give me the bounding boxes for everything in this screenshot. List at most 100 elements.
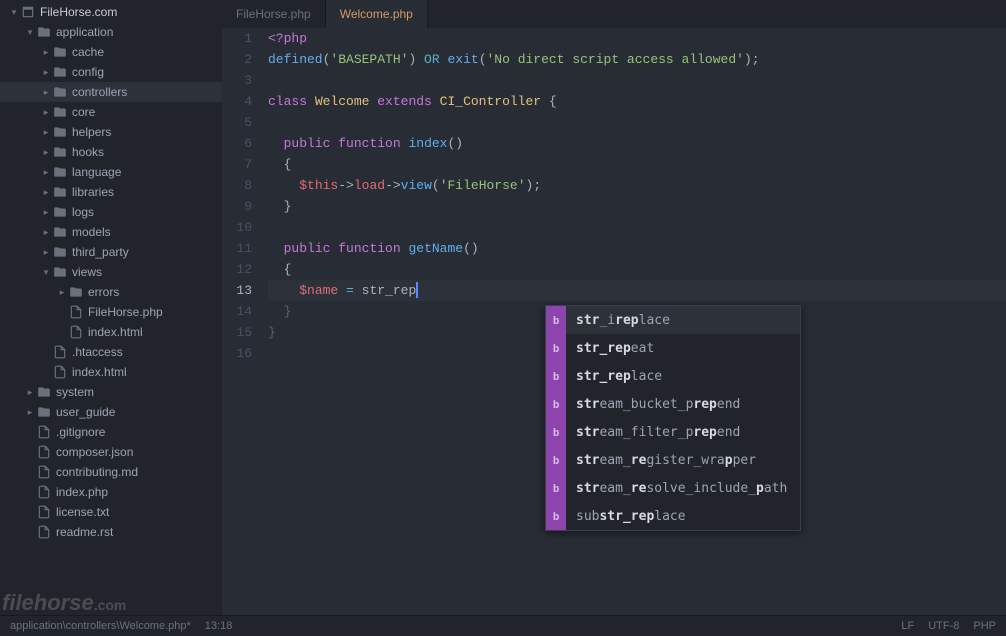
line-number: 16 <box>222 343 252 364</box>
tree-file[interactable]: ▸index.php <box>0 482 222 502</box>
chevron-right-icon[interactable]: ▸ <box>40 127 52 138</box>
line-number: 7 <box>222 154 252 175</box>
autocomplete-item[interactable]: bstream_filter_prepend <box>546 418 800 446</box>
autocomplete-item[interactable]: bstr_ireplace <box>546 306 800 334</box>
tree-folder[interactable]: ▸ models <box>0 222 222 242</box>
file-icon <box>36 425 52 439</box>
tree-folder[interactable]: ▸errors <box>0 282 222 302</box>
code-line[interactable]: $name = str_rep <box>268 280 1006 301</box>
completion-label: str_replace <box>576 369 792 384</box>
autocomplete-item[interactable]: bsubstr_replace <box>546 502 800 530</box>
code-line[interactable]: { <box>268 259 1006 280</box>
status-language[interactable]: PHP <box>973 620 996 632</box>
tree-file[interactable]: ▸index.html <box>0 362 222 382</box>
code-line[interactable]: $this->load->view('FileHorse'); <box>268 175 1006 196</box>
status-eol[interactable]: LF <box>901 620 914 632</box>
tree-folder[interactable]: ▸third_party <box>0 242 222 262</box>
tree-label: models <box>72 225 111 239</box>
line-number: 3 <box>222 70 252 91</box>
code-line[interactable] <box>268 112 1006 133</box>
chevron-right-icon[interactable]: ▸ <box>40 87 52 98</box>
tree-folder[interactable]: ▸ cache <box>0 42 222 62</box>
tree-folder[interactable]: ▸hooks <box>0 142 222 162</box>
tree-folder[interactable]: ▾ views <box>0 262 222 282</box>
chevron-right-icon[interactable]: ▸ <box>40 107 52 118</box>
line-number: 9 <box>222 196 252 217</box>
folder-icon <box>52 165 68 179</box>
tree-label: index.html <box>88 325 143 339</box>
autocomplete-item[interactable]: b stream_resolve_include_path <box>546 474 800 502</box>
status-encoding[interactable]: UTF-8 <box>928 620 959 632</box>
chevron-right-icon[interactable]: ▸ <box>24 387 36 398</box>
autocomplete-popup[interactable]: bstr_ireplacebstr_repeatbstr_replacebstr… <box>545 305 801 531</box>
chevron-right-icon[interactable]: ▸ <box>24 407 36 418</box>
tree-file[interactable]: ▸.htaccess <box>0 342 222 362</box>
autocomplete-item[interactable]: bstr_replace <box>546 362 800 390</box>
folder-icon <box>36 405 52 419</box>
completion-kind-icon: b <box>546 446 566 474</box>
completion-kind-icon: b <box>546 474 566 502</box>
tree-label: cache <box>72 45 104 59</box>
code-line[interactable]: public function getName() <box>268 238 1006 259</box>
tree-folder[interactable]: ▸controllers <box>0 82 222 102</box>
file-icon <box>36 465 52 479</box>
chevron-right-icon[interactable]: ▸ <box>40 227 52 238</box>
tree-file[interactable]: ▸contributing.md <box>0 462 222 482</box>
tab[interactable]: Welcome.php <box>326 0 428 28</box>
chevron-right-icon[interactable]: ▸ <box>40 187 52 198</box>
code-line[interactable]: { <box>268 154 1006 175</box>
tree-folder[interactable]: ▸system <box>0 382 222 402</box>
code-line[interactable]: <?php <box>268 28 1006 49</box>
autocomplete-item[interactable]: bstr_repeat <box>546 334 800 362</box>
tree-label: helpers <box>72 125 111 139</box>
tree-file[interactable]: ▸license.txt <box>0 502 222 522</box>
file-icon <box>36 485 52 499</box>
autocomplete-item[interactable]: bstream_register_wrapper <box>546 446 800 474</box>
folder-icon <box>36 25 52 39</box>
tree-folder[interactable]: ▸user_guide <box>0 402 222 422</box>
file-icon <box>52 345 68 359</box>
tab[interactable]: FileHorse.php <box>222 0 326 28</box>
tree-folder[interactable]: ▸core <box>0 102 222 122</box>
tree-label: FileHorse.com <box>40 5 117 19</box>
tree-folder[interactable]: ▾ FileHorse.com <box>0 2 222 22</box>
chevron-right-icon[interactable]: ▸ <box>40 67 52 78</box>
code-line[interactable] <box>268 217 1006 238</box>
tree-folder[interactable]: ▸ helpers <box>0 122 222 142</box>
tree-file[interactable]: ▸.gitignore <box>0 422 222 442</box>
tree-folder[interactable]: ▾application <box>0 22 222 42</box>
chevron-down-icon[interactable]: ▾ <box>40 267 52 278</box>
tree-folder[interactable]: ▸config <box>0 62 222 82</box>
code-line[interactable]: defined('BASEPATH') OR exit('No direct s… <box>268 49 1006 70</box>
completion-kind-icon: b <box>546 306 566 334</box>
file-tree[interactable]: ▾FileHorse.com▾application▸cache▸config▸… <box>0 0 222 615</box>
chevron-right-icon[interactable]: ▸ <box>40 167 52 178</box>
tree-folder[interactable]: ▸libraries <box>0 182 222 202</box>
tree-label: .gitignore <box>56 425 105 439</box>
file-icon <box>68 325 84 339</box>
completion-label: substr_replace <box>576 509 792 524</box>
chevron-right-icon[interactable]: ▸ <box>40 207 52 218</box>
chevron-right-icon[interactable]: ▸ <box>40 47 52 58</box>
chevron-right-icon[interactable]: ▸ <box>40 247 52 258</box>
tree-folder[interactable]: ▸logs <box>0 202 222 222</box>
tree-file[interactable]: ▸composer.json <box>0 442 222 462</box>
code-line[interactable]: class Welcome extends CI_Controller { <box>268 91 1006 112</box>
tree-file[interactable]: ▸readme.rst <box>0 522 222 542</box>
chevron-right-icon[interactable]: ▸ <box>56 287 68 298</box>
chevron-down-icon[interactable]: ▾ <box>8 7 20 18</box>
file-icon <box>36 445 52 459</box>
completion-label: stream_resolve_include_path <box>576 481 792 496</box>
tree-file[interactable]: ▸FileHorse.php <box>0 302 222 322</box>
tree-label: views <box>72 265 102 279</box>
chevron-down-icon[interactable]: ▾ <box>24 27 36 38</box>
tree-folder[interactable]: ▸language <box>0 162 222 182</box>
tab-bar[interactable]: FileHorse.phpWelcome.php <box>222 0 1006 28</box>
chevron-right-icon[interactable]: ▸ <box>40 147 52 158</box>
autocomplete-item[interactable]: bstream_bucket_prepend <box>546 390 800 418</box>
code-line[interactable] <box>268 70 1006 91</box>
folder-icon <box>52 185 68 199</box>
code-line[interactable]: public function index() <box>268 133 1006 154</box>
tree-file[interactable]: ▸index.html <box>0 322 222 342</box>
code-line[interactable]: } <box>268 196 1006 217</box>
